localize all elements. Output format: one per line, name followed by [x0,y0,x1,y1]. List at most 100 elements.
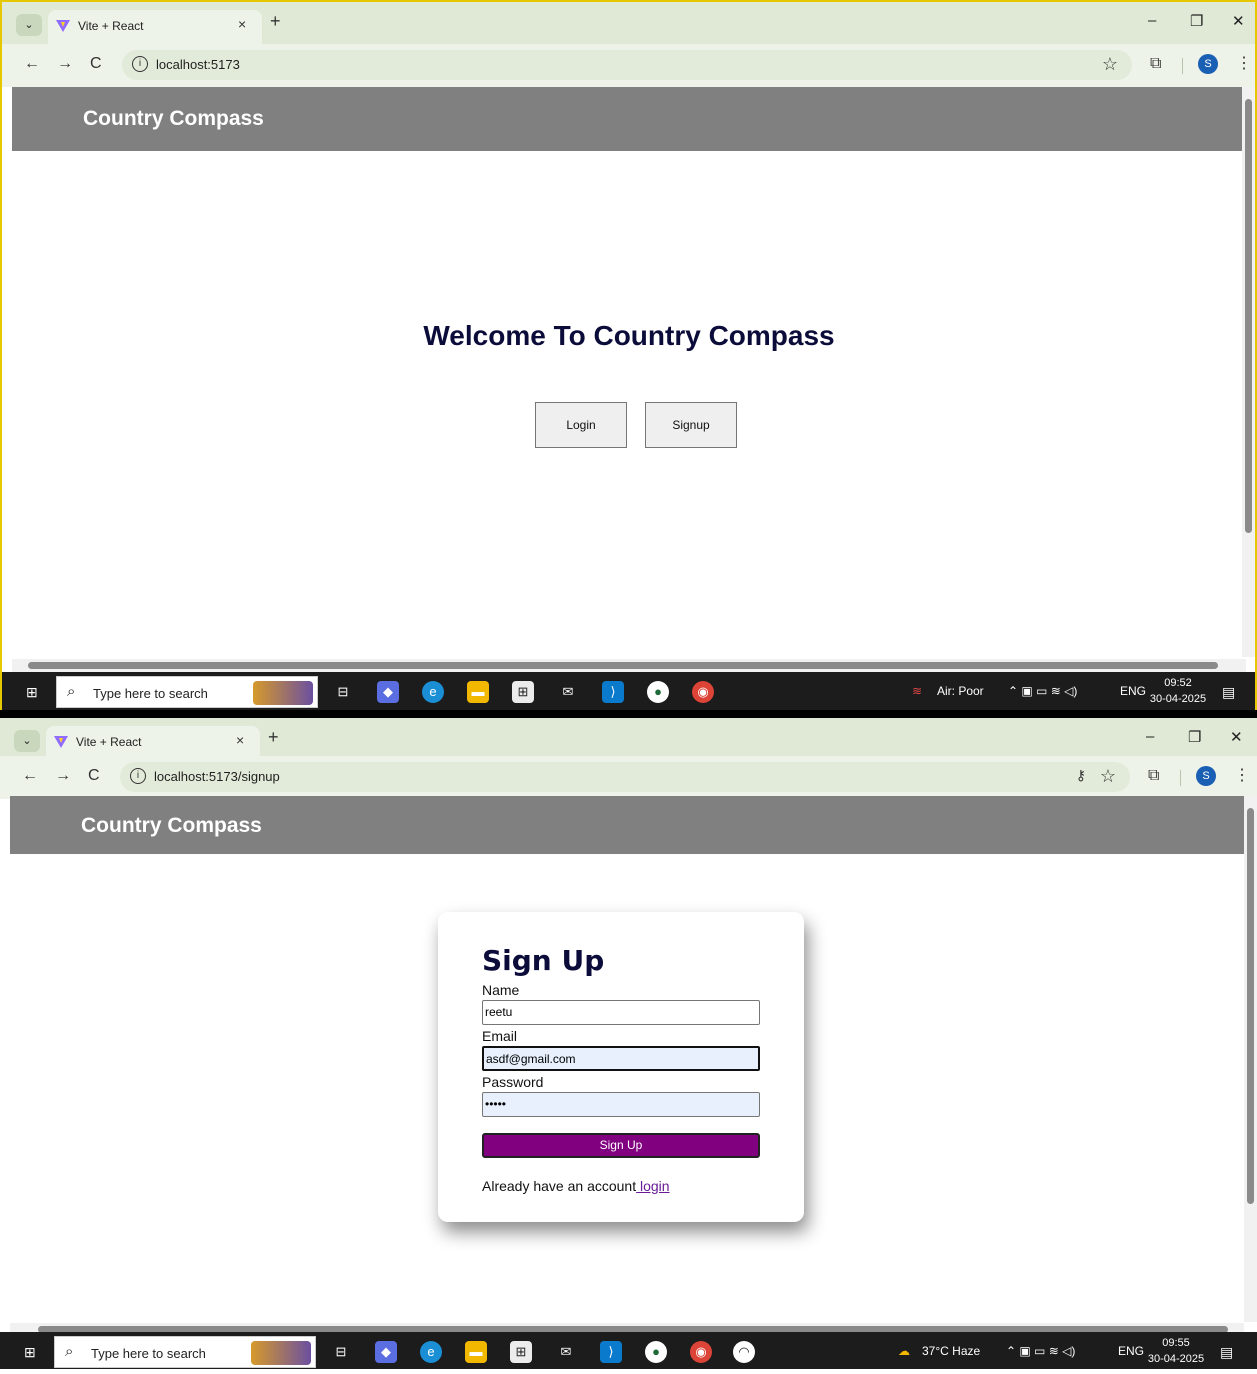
browser-tab[interactable]: Vite + React × [48,10,262,44]
signup-submit-button[interactable]: Sign Up [482,1133,760,1158]
welcome-heading: Welcome To Country Compass [423,320,835,351]
edge-icon[interactable]: e [420,1341,442,1363]
search-icon: ⌕ [65,1343,74,1360]
clock[interactable]: 09:55 30-04-2025 [1146,1335,1206,1367]
password-key-icon[interactable]: ⚷ [1076,767,1086,784]
horizontal-scrollbar[interactable] [12,659,1246,672]
brand-title: Country Compass [81,814,262,837]
weather-text[interactable]: 37°C Haze [922,1344,980,1358]
mail-icon[interactable]: ✉ [555,1341,577,1363]
site-header: Country Compass [12,87,1246,151]
page-content: Country Compass Sign Up Name reetu Email… [10,796,1244,1322]
windows-start-icon[interactable]: ⊞ [24,1344,40,1360]
vite-icon [54,736,68,748]
system-tray-icons[interactable]: ⌃ ▣ ▭ ≋ ◁) [1008,684,1077,698]
omnibox[interactable]: i localhost:5173 ☆ [122,50,1132,80]
vertical-scroll-thumb[interactable] [1247,808,1254,1204]
back-button[interactable]: ← [22,767,38,785]
windows-start-icon[interactable]: ⊞ [26,684,42,700]
mongodb-icon[interactable]: ● [647,681,669,703]
task-view-icon[interactable]: ⊟ [330,1341,352,1363]
mongodb-icon[interactable]: ● [645,1341,667,1363]
taskbar-search[interactable]: ⌕ Type here to search [56,676,318,708]
login-link[interactable]: login [636,1178,670,1194]
forward-button[interactable]: → [55,767,71,785]
copilot-icon[interactable]: ◆ [377,681,399,703]
weather-text[interactable]: Air: Poor [937,684,984,698]
tab-close-icon[interactable]: × [236,732,244,748]
signup-button[interactable]: Signup [645,402,737,448]
task-view-icon[interactable]: ⊟ [332,681,354,703]
login-button[interactable]: Login [535,402,627,448]
url-text[interactable]: localhost:5173 [156,57,240,72]
browser-tab[interactable]: Vite + React × [46,726,260,760]
vertical-scrollbar[interactable] [1242,87,1255,657]
restore-button[interactable]: ❐ [1188,728,1201,746]
taskbar-search[interactable]: ⌕ Type here to search [54,1336,316,1368]
reload-button[interactable]: C [88,767,100,785]
site-info-icon[interactable]: i [132,56,148,72]
search-highlight-image [253,681,313,705]
system-tray-icons[interactable]: ⌃ ▣ ▭ ≋ ◁) [1006,1344,1075,1358]
search-placeholder: Type here to search [93,686,208,701]
language-indicator[interactable]: ENG [1120,684,1146,698]
bookmark-star-icon[interactable]: ☆ [1100,766,1116,787]
vertical-scrollbar[interactable] [1244,796,1257,1322]
password-label: Password [482,1074,544,1090]
restore-button[interactable]: ❐ [1190,12,1203,30]
minimize-button[interactable]: – [1148,12,1156,29]
notifications-icon[interactable]: ▤ [1222,684,1235,701]
store-icon[interactable]: ⊞ [510,1341,532,1363]
store-icon[interactable]: ⊞ [512,681,534,703]
close-window-button[interactable]: ✕ [1232,12,1245,30]
air-quality-icon: ≋ [912,684,923,698]
horizontal-scroll-thumb[interactable] [28,662,1218,669]
edge-icon[interactable]: e [422,681,444,703]
signup-heading: Sign Up [482,944,605,977]
bookmark-star-icon[interactable]: ☆ [1102,54,1118,75]
login-prompt-text: Already have an account [482,1178,637,1194]
vscode-icon[interactable]: ⟩ [600,1341,622,1363]
url-text[interactable]: localhost:5173/signup [154,769,280,784]
search-placeholder: Type here to search [91,1346,206,1361]
file-explorer-icon[interactable]: ▬ [467,681,489,703]
email-label: Email [482,1028,518,1044]
vscode-icon[interactable]: ⟩ [602,681,624,703]
vertical-scroll-thumb[interactable] [1245,99,1252,533]
menu-icon[interactable]: ⋮ [1234,765,1250,785]
language-indicator[interactable]: ENG [1118,1344,1144,1358]
snipping-tool-icon[interactable]: ◠ [733,1341,755,1363]
new-tab-button[interactable]: + [268,727,279,748]
screenshot-signup: ⌄ Vite + React × + – ❐ ✕ ← → C i localho… [0,718,1257,1369]
minimize-button[interactable]: – [1146,728,1154,745]
omnibox[interactable]: i localhost:5173/signup ⚷ ☆ [120,762,1130,792]
chrome-icon[interactable]: ◉ [692,681,714,703]
profile-avatar[interactable]: S [1198,54,1218,74]
profile-avatar[interactable]: S [1196,766,1216,786]
copilot-icon[interactable]: ◆ [375,1341,397,1363]
tab-close-icon[interactable]: × [238,16,246,32]
site-header: Country Compass [10,796,1244,854]
tab-title: Vite + React [78,19,144,33]
reload-button[interactable]: C [90,55,102,73]
close-window-button[interactable]: ✕ [1230,728,1243,746]
extensions-icon[interactable]: ⧉ [1150,55,1161,73]
site-info-icon[interactable]: i [130,768,146,784]
email-input[interactable]: asdf@gmail.com [482,1046,760,1071]
tab-search-icon[interactable]: ⌄ [16,14,42,36]
forward-button[interactable]: → [57,55,73,73]
taskbar: ⊞ ⌕ Type here to search ⊟ ◆ e ▬ ⊞ ✉ ⟩ ● … [2,672,1255,710]
clock[interactable]: 09:52 30-04-2025 [1148,675,1208,707]
mail-icon[interactable]: ✉ [557,681,579,703]
file-explorer-icon[interactable]: ▬ [465,1341,487,1363]
notifications-icon[interactable]: ▤ [1220,1344,1233,1361]
tab-search-icon[interactable]: ⌄ [14,730,40,752]
signup-card: Sign Up Name reetu Email asdf@gmail.com … [438,912,804,1222]
chrome-icon[interactable]: ◉ [690,1341,712,1363]
menu-icon[interactable]: ⋮ [1236,53,1252,73]
password-input[interactable]: ••••• [482,1092,760,1117]
back-button[interactable]: ← [24,55,40,73]
new-tab-button[interactable]: + [270,11,281,32]
name-input[interactable]: reetu [482,1000,760,1025]
extensions-icon[interactable]: ⧉ [1148,767,1159,785]
